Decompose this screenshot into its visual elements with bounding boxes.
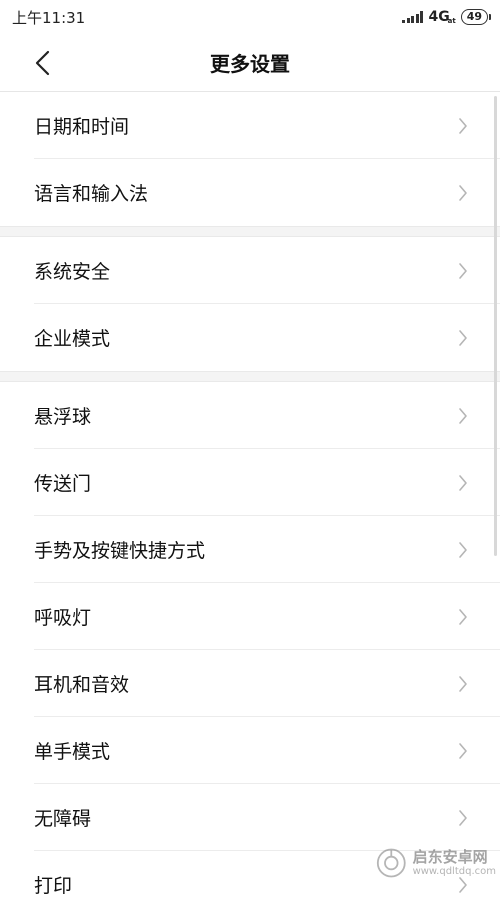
page-title: 更多设置 [210, 52, 290, 76]
chevron-right-icon [459, 742, 467, 759]
title-bar: 更多设置 [0, 34, 500, 92]
settings-item-label: 系统安全 [34, 261, 111, 283]
settings-item-label: 呼吸灯 [34, 607, 92, 629]
settings-item-portal[interactable]: 传送门 [0, 449, 500, 516]
settings-item-label: 手势及按键快捷方式 [34, 540, 206, 562]
section-divider [0, 371, 500, 382]
settings-item-label: 耳机和音效 [34, 674, 130, 696]
settings-item-notification-light[interactable]: 呼吸灯 [0, 583, 500, 650]
chevron-right-icon [459, 608, 467, 625]
signal-icon [402, 11, 424, 23]
settings-item-enterprise-mode[interactable]: 企业模式 [0, 304, 500, 371]
settings-item-headphones-audio[interactable]: 耳机和音效 [0, 650, 500, 717]
chevron-right-icon [459, 184, 467, 201]
status-time: 上午11:31 [12, 8, 86, 27]
watermark-name: 启东安卓网 [412, 848, 488, 867]
chevron-right-icon [459, 541, 467, 558]
settings-item-label: 语言和输入法 [34, 183, 149, 205]
chevron-right-icon [459, 329, 467, 346]
network-type: 4G at [428, 9, 455, 25]
settings-item-label: 单手模式 [34, 741, 111, 763]
settings-item-floating-ball[interactable]: 悬浮球 [0, 382, 500, 449]
back-button[interactable] [24, 42, 60, 84]
chevron-right-icon [459, 809, 467, 826]
network-sub-label: at [447, 17, 456, 25]
chevron-right-icon [459, 262, 467, 279]
settings-item-one-handed-mode[interactable]: 单手模式 [0, 717, 500, 784]
settings-item-label: 悬浮球 [34, 406, 92, 428]
settings-item-label: 传送门 [34, 473, 92, 495]
chevron-right-icon [459, 407, 467, 424]
settings-item-language-input[interactable]: 语言和输入法 [0, 159, 500, 226]
network-label: 4G [428, 9, 450, 25]
settings-item-label: 打印 [34, 875, 73, 897]
settings-item-label: 日期和时间 [34, 116, 130, 138]
chevron-right-icon [459, 117, 467, 134]
watermark: 启东安卓网 www.qdltdq.com [376, 841, 496, 885]
battery-level: 49 [466, 10, 482, 23]
chevron-left-icon [35, 50, 50, 76]
scrollbar[interactable] [494, 96, 497, 556]
settings-item-system-security[interactable]: 系统安全 [0, 237, 500, 304]
chevron-right-icon [459, 474, 467, 491]
status-icons: 4G at 49 [402, 9, 492, 25]
section-divider [0, 226, 500, 237]
settings-item-label: 企业模式 [34, 328, 111, 350]
settings-list: 日期和时间 语言和输入法 系统安全 企业模式 悬浮球 传送门 手势及按键快捷方式… [0, 92, 500, 918]
settings-item-label: 无障碍 [34, 808, 92, 830]
watermark-url: www.qdltdq.com [412, 865, 496, 877]
status-bar: 上午11:31 4G at 49 [0, 0, 500, 34]
chevron-right-icon [459, 675, 467, 692]
settings-item-date-time[interactable]: 日期和时间 [0, 92, 500, 159]
settings-item-gesture-shortcuts[interactable]: 手势及按键快捷方式 [0, 516, 500, 583]
watermark-logo-icon [376, 848, 406, 878]
battery-icon: 49 [460, 9, 492, 25]
